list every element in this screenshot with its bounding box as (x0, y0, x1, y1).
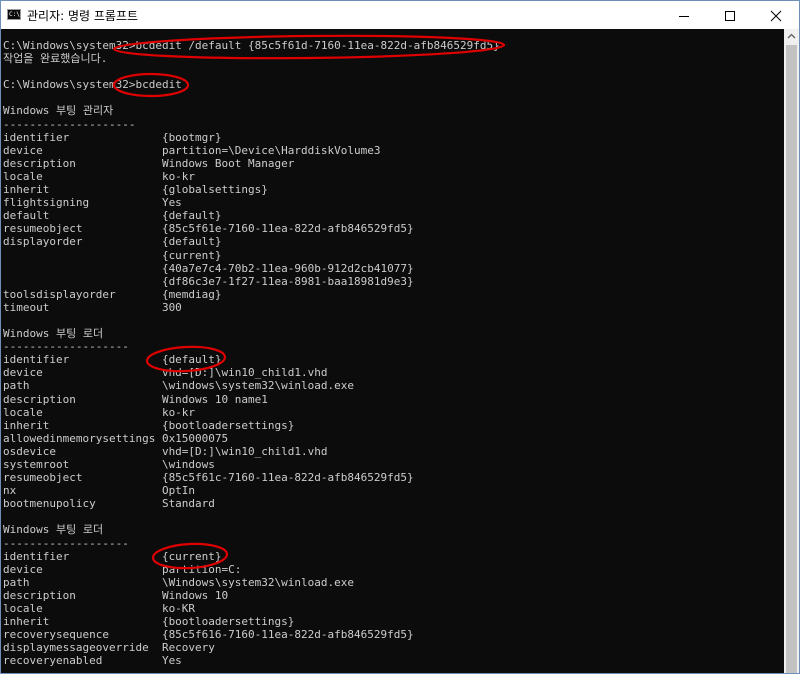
console-line: Windows 부팅 로더 (3, 523, 104, 537)
console-line: displaymessageoverride Recovery (3, 641, 215, 655)
console-line: description Windows Boot Manager (3, 156, 295, 170)
console-line: {current} (3, 248, 222, 262)
minimize-icon (679, 16, 689, 17)
console-line: description Windows 10 (3, 588, 229, 602)
console-line: C:\Windows\system32>bcdedit (3, 78, 182, 92)
console-line: inherit {bootloadersettings} (3, 615, 295, 629)
console-line: locale ko-KR (3, 602, 196, 616)
console-line: Windows 부팅 로더 (3, 327, 104, 341)
console-text: C:\Windows\system32>bcdedit /default {85… (3, 39, 500, 668)
console-line: timeout 300 (3, 300, 182, 314)
console-line: allowedinmemorysettings 0x15000075 (3, 431, 229, 445)
console-line: -------------------- (3, 117, 136, 131)
console-line: displayorder {default} (3, 235, 222, 249)
console-line: inherit {globalsettings} (3, 183, 268, 197)
console-line: path \windows\system32\winload.exe (3, 379, 354, 393)
console-line: inherit {bootloadersettings} (3, 418, 295, 432)
console-line: {40a7e7c4-70b2-11ea-960b-912d2cb41077} (3, 261, 414, 275)
console-line: path \Windows\system32\winload.exe (3, 575, 354, 589)
console-line: ------------------- (3, 340, 129, 354)
console-line: device partition=\Device\HarddiskVolume3 (3, 143, 381, 157)
console-line: identifier {default} (3, 353, 222, 367)
console-line: resumeobject {85c5f61c-7160-11ea-822d-af… (3, 471, 414, 485)
console-line: nx OptIn (3, 484, 196, 498)
console-line: C:\Windows\system32>bcdedit /default {85… (3, 39, 500, 52)
console-line: resumeobject {85c5f61e-7160-11ea-822d-af… (3, 222, 414, 236)
console-line: device partition=C: (3, 562, 242, 576)
scrollbar-thumb[interactable] (786, 45, 797, 673)
console-line: Windows 부팅 관리자 (3, 104, 114, 118)
vertical-scrollbar[interactable] (784, 29, 799, 673)
console-line: locale ko-kr (3, 169, 196, 183)
console-line: default {default} (3, 209, 222, 223)
console-line: recoveryenabled Yes (3, 654, 182, 668)
maximize-button[interactable] (707, 1, 753, 29)
console-line: 작업을 완료했습니다. (3, 52, 108, 66)
minimize-button[interactable] (661, 1, 707, 29)
console-line: systemroot \windows (3, 458, 215, 471)
window-title: 관리자: 명령 프롬프트 (27, 9, 139, 23)
console-line: ------------------- (3, 536, 129, 550)
console-line: flightsigning Yes (3, 196, 182, 210)
console-output-area[interactable]: C:\Windows\system32>bcdedit /default {85… (1, 29, 784, 673)
console-line: bootmenupolicy Standard (3, 497, 215, 511)
console-line: identifier {current} (3, 549, 222, 563)
console-line: locale ko-kr (3, 405, 196, 419)
console-line: recoverysequence {85c5f616-7160-11ea-822… (3, 628, 414, 642)
arrow-up-icon (787, 33, 796, 39)
title-bar[interactable]: C:\ 관리자: 명령 프롬프트 (1, 1, 799, 29)
console-line: {df86c3e7-1f27-11ea-8981-baa18981d9e3} (3, 274, 414, 288)
console-line: device vhd=[D:]\win10_child1.vhd (3, 366, 328, 380)
console-line: osdevice vhd=[D:]\win10_child1.vhd (3, 444, 328, 458)
command-prompt-app-icon[interactable]: C:\ (7, 9, 21, 20)
console-line: identifier {bootmgr} (3, 130, 222, 144)
command-prompt-window: C:\ 관리자: 명령 프롬프트 C:\Windows\system32>bcd… (0, 0, 800, 674)
maximize-icon (725, 11, 735, 21)
close-icon (770, 10, 782, 22)
scroll-up-button[interactable] (784, 29, 799, 44)
console-line: description Windows 10 name1 (3, 392, 268, 406)
close-button[interactable] (753, 1, 799, 29)
console-line: toolsdisplayorder {memdiag} (3, 287, 222, 301)
